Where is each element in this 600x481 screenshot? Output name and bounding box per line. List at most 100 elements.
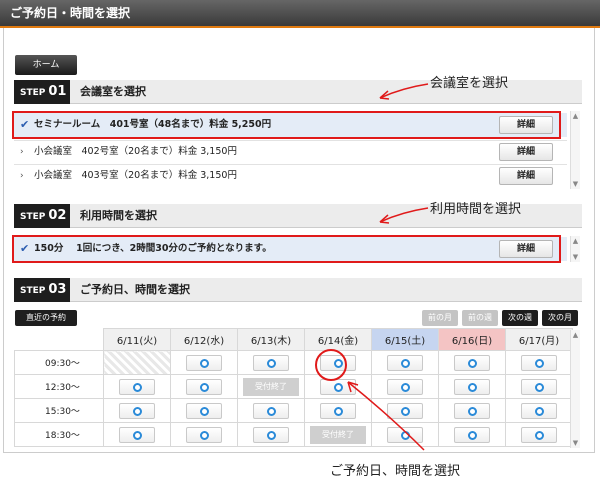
- available-circle-icon: [267, 406, 276, 416]
- prev-month-button[interactable]: 前の月: [422, 310, 458, 326]
- slot-cell: [505, 350, 573, 375]
- room-402-detail-button[interactable]: 詳細: [499, 143, 553, 161]
- available-circle-icon: [267, 430, 276, 440]
- day-header-saturday: 6/15(土): [371, 328, 439, 351]
- day-header-sunday: 6/16(日): [438, 328, 506, 351]
- duration-scrollbar[interactable]: ▲ ▼: [570, 236, 580, 262]
- prev-week-button[interactable]: 前の週: [462, 310, 498, 326]
- slot-button[interactable]: [521, 402, 557, 419]
- slot-cell: [438, 422, 506, 447]
- day-header: 6/14(金): [304, 328, 372, 351]
- time-row-1530: 15:30～: [14, 398, 573, 423]
- slot-cell: [170, 398, 238, 423]
- window-title: ご予約日・時間を選択: [0, 0, 600, 28]
- slot-button[interactable]: [186, 354, 222, 371]
- slot-button[interactable]: [119, 426, 155, 443]
- available-circle-icon: [468, 430, 477, 440]
- step1-badge: STEP 01: [14, 80, 70, 104]
- slot-cell: [237, 422, 305, 447]
- day-header: 6/13(木): [237, 328, 305, 351]
- scroll-up-icon[interactable]: ▲: [571, 111, 580, 121]
- schedule-table: 6/11(火) 6/12(水) 6/13(木) 6/14(金) 6/15(土) …: [14, 328, 573, 447]
- room-row-402[interactable]: › 小会議室 402号室（20名まで）料金 3,150円 詳細: [14, 140, 567, 164]
- available-circle-icon: [133, 430, 142, 440]
- slot-button[interactable]: [521, 354, 557, 371]
- home-button[interactable]: ホーム: [15, 55, 77, 75]
- slot-cell: [103, 422, 171, 447]
- corner-cell: [14, 328, 104, 351]
- available-circle-icon: [200, 406, 209, 416]
- slot-cell: [170, 374, 238, 399]
- slot-button[interactable]: [186, 378, 222, 395]
- slot-cell: [103, 374, 171, 399]
- available-circle-icon: [535, 358, 544, 368]
- step1-title: 会議室を選択: [80, 85, 146, 98]
- slot-button[interactable]: [253, 402, 289, 419]
- available-circle-icon: [535, 382, 544, 392]
- step2-annotation-arrow: [379, 207, 429, 224]
- closed-label: 受付終了: [243, 377, 299, 396]
- available-circle-icon: [468, 382, 477, 392]
- slot-cell: [170, 350, 238, 375]
- available-circle-icon: [401, 358, 410, 368]
- slot-button[interactable]: [521, 378, 557, 395]
- rooms-scrollbar[interactable]: ▲ ▼: [570, 111, 580, 189]
- step2-title: 利用時間を選択: [80, 209, 157, 222]
- slot-button[interactable]: [454, 402, 490, 419]
- step3-header: STEP 03 ご予約日、時間を選択: [14, 278, 582, 302]
- available-circle-icon: [535, 406, 544, 416]
- scroll-down-icon[interactable]: ▼: [571, 179, 580, 189]
- next-week-button[interactable]: 次の週: [502, 310, 538, 326]
- slot-cell: [505, 398, 573, 423]
- step3-annotation: ご予約日、時間を選択: [330, 464, 461, 479]
- scroll-up-icon[interactable]: ▲: [571, 236, 580, 246]
- slot-button[interactable]: [454, 378, 490, 395]
- slot-button[interactable]: [253, 354, 289, 371]
- slot-button[interactable]: [119, 402, 155, 419]
- time-row-1230: 12:30～ 受付終了: [14, 374, 573, 399]
- available-circle-icon: [468, 406, 477, 416]
- slot-cell: [438, 374, 506, 399]
- unavailable-cell: [103, 350, 171, 375]
- step3-badge: STEP 03: [14, 278, 70, 302]
- available-circle-icon: [468, 358, 477, 368]
- room-label: 小会議室 403号室（20名まで）料金 3,150円: [34, 170, 237, 181]
- available-circle-icon: [133, 406, 142, 416]
- available-circle-icon: [200, 430, 209, 440]
- scroll-down-icon[interactable]: ▼: [571, 438, 580, 448]
- day-header: 6/12(水): [170, 328, 238, 351]
- slot-button[interactable]: [186, 426, 222, 443]
- day-header: 6/17(月): [505, 328, 573, 351]
- room-label: 小会議室 402号室（20名まで）料金 3,150円: [34, 146, 237, 157]
- slot-button[interactable]: [454, 426, 490, 443]
- step1-annotation: 会議室を選択: [430, 76, 509, 91]
- scroll-up-icon[interactable]: ▲: [571, 330, 580, 340]
- slot-cell: [505, 422, 573, 447]
- closed-cell: 受付終了: [237, 374, 305, 399]
- slot-cell: [438, 398, 506, 423]
- slot-cell: [505, 374, 573, 399]
- slot-button[interactable]: [454, 354, 490, 371]
- available-circle-icon: [200, 358, 209, 368]
- slot-button[interactable]: [186, 402, 222, 419]
- slot-button[interactable]: [387, 354, 423, 371]
- day-header-row: 6/11(火) 6/12(水) 6/13(木) 6/14(金) 6/15(土) …: [14, 328, 573, 351]
- slot-button[interactable]: [119, 378, 155, 395]
- scroll-down-icon[interactable]: ▼: [571, 252, 580, 262]
- next-month-button[interactable]: 次の月: [542, 310, 578, 326]
- day-header: 6/11(火): [103, 328, 171, 351]
- slot-cell: [237, 350, 305, 375]
- step2-badge: STEP 02: [14, 204, 70, 228]
- slot-button[interactable]: [521, 426, 557, 443]
- room-row-403[interactable]: › 小会議室 403号室（20名まで）料金 3,150円 詳細: [14, 164, 567, 188]
- available-circle-icon: [535, 430, 544, 440]
- step1-highlight: [12, 111, 561, 139]
- schedule-scrollbar[interactable]: ▲ ▼: [570, 330, 580, 448]
- time-label: 09:30～: [14, 350, 104, 375]
- time-row-0930: 09:30～: [14, 350, 573, 375]
- slot-cell: [438, 350, 506, 375]
- step3-annotation-arrow: [347, 381, 425, 451]
- slot-button[interactable]: [253, 426, 289, 443]
- room-403-detail-button[interactable]: 詳細: [499, 167, 553, 185]
- recent-reservation-button[interactable]: 直近の予約: [15, 310, 77, 326]
